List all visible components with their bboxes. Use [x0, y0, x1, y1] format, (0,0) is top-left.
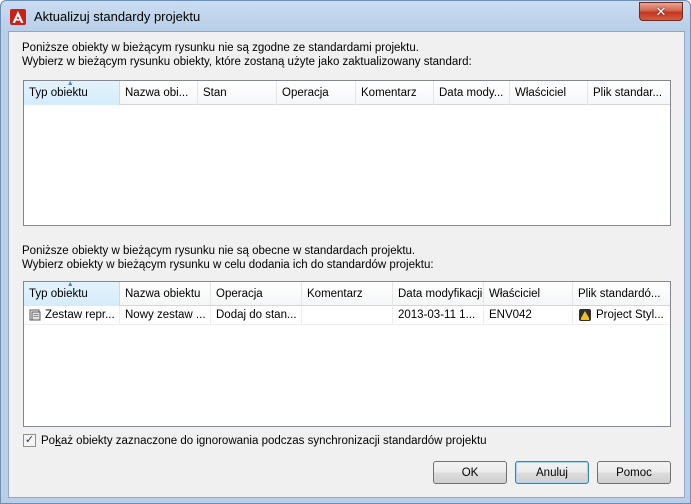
column-header-object-name[interactable]: Nazwa obiektu: [120, 282, 211, 306]
nonconforming-objects-list[interactable]: ▲ Typ obiektu Nazwa obi... Stan Operacja…: [23, 80, 671, 226]
ok-button[interactable]: OK: [433, 461, 507, 484]
dialog-client-area: Poniższe obiekty w bieżącym rysunku nie …: [8, 31, 685, 498]
cell-object-name: Nowy zestaw ...: [120, 306, 211, 325]
cell-operation: Dodaj do stan...: [211, 306, 302, 325]
show-ignored-objects-checkbox[interactable]: ✓: [23, 434, 36, 447]
cell-owner: ENV042: [484, 306, 573, 325]
sort-ascending-icon: ▲: [66, 81, 74, 87]
missing-list-header: ▲ Typ obiektu Nazwa obiektu Operacja Kom…: [24, 282, 670, 306]
missing-line2: Wybierz obiekty w bieżącym rysunku w cel…: [22, 259, 434, 271]
show-ignored-objects-option[interactable]: ✓ Pokaż obiekty zaznaczone do ignorowani…: [23, 434, 487, 447]
plot-style-table-icon: [29, 309, 41, 321]
missing-description: Poniższe obiekty w bieżącym rysunku nie …: [22, 244, 434, 272]
nonconforming-line1: Poniższe obiekty w bieżącym rysunku nie …: [22, 42, 419, 54]
nonconforming-line2: Wybierz w bieżącym rysunku obiekty, któr…: [22, 56, 472, 68]
missing-objects-list[interactable]: ▲ Typ obiektu Nazwa obiektu Operacja Kom…: [23, 281, 671, 427]
column-header-status[interactable]: Stan: [198, 81, 277, 105]
column-header-owner[interactable]: Właściciel: [510, 81, 588, 105]
column-header-comment[interactable]: Komentarz: [356, 81, 434, 105]
column-header-comment[interactable]: Komentarz: [302, 282, 393, 306]
standards-file-icon: [579, 309, 591, 321]
column-header-object-name[interactable]: Nazwa obi...: [120, 81, 198, 105]
nonconforming-description: Poniższe obiekty w bieżącym rysunku nie …: [22, 41, 472, 69]
column-header-operation[interactable]: Operacja: [277, 81, 356, 105]
autocad-logo-icon: [10, 9, 26, 25]
nonconforming-list-header: ▲ Typ obiektu Nazwa obi... Stan Operacja…: [24, 81, 670, 105]
show-ignored-objects-label: Pokaż obiekty zaznaczone do ignorowania …: [41, 434, 487, 447]
sort-ascending-icon: ▲: [66, 282, 74, 288]
missing-line1: Poniższe obiekty w bieżącym rysunku nie …: [22, 245, 416, 257]
checkmark-icon: ✓: [24, 434, 35, 446]
dialog-window: Aktualizuj standardy projektu ✕ Poniższe…: [0, 0, 691, 504]
column-header-owner[interactable]: Właściciel: [484, 282, 573, 306]
column-header-operation[interactable]: Operacja: [211, 282, 302, 306]
column-header-standards-file[interactable]: Plik standardó...: [573, 282, 670, 306]
cell-standards-file: Project Styl...: [573, 306, 670, 325]
cell-comment: [302, 306, 393, 325]
cell-object-type: Zestaw repr...: [24, 306, 120, 325]
column-header-standards-file[interactable]: Plik standar...: [588, 81, 670, 105]
window-title: Aktualizuj standardy projektu: [34, 9, 201, 24]
close-button[interactable]: ✕: [639, 2, 683, 21]
close-icon: ✕: [655, 3, 667, 19]
column-header-modified-date[interactable]: Data mody...: [434, 81, 510, 105]
column-header-object-type[interactable]: ▲ Typ obiektu: [24, 81, 120, 105]
column-header-object-type[interactable]: ▲ Typ obiektu: [24, 282, 120, 306]
help-button[interactable]: Pomoc: [597, 461, 671, 484]
column-header-modified-date[interactable]: Data modyfikacji: [393, 282, 484, 306]
cancel-button[interactable]: Anuluj: [515, 461, 589, 484]
title-bar[interactable]: Aktualizuj standardy projektu ✕: [1, 1, 690, 31]
table-row[interactable]: Zestaw repr... Nowy zestaw ... Dodaj do …: [24, 306, 670, 325]
cell-modified-date: 2013-03-11 1...: [393, 306, 484, 325]
